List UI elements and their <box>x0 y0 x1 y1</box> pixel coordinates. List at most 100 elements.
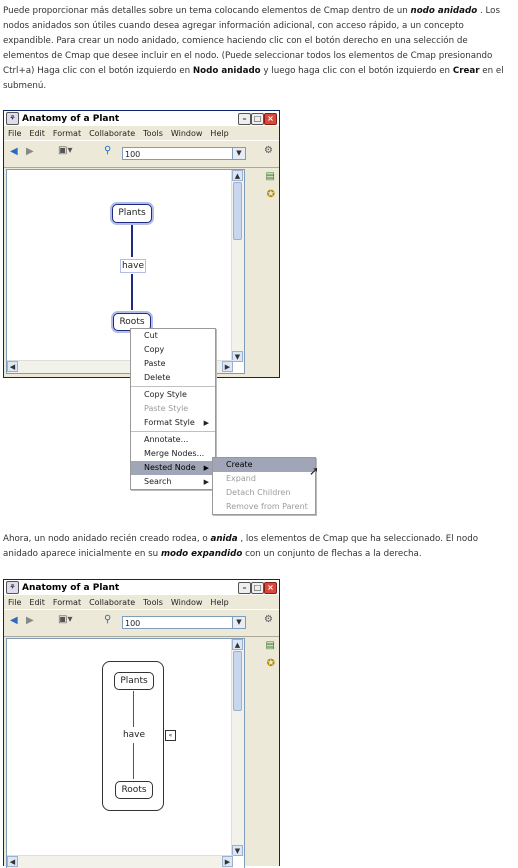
menu-separator <box>131 386 215 387</box>
forward-arrow-icon[interactable]: ▶ <box>26 615 34 626</box>
menu-tools[interactable]: Tools <box>139 129 167 138</box>
menubar: File Edit Format Collaborate Tools Windo… <box>4 126 279 140</box>
list-view-icon[interactable]: ▤ <box>266 640 275 651</box>
maximize-icon[interactable]: □ <box>251 113 264 125</box>
submenu-arrow-icon: ▶ <box>203 419 209 427</box>
menu-item-cut[interactable]: Cut <box>131 329 215 343</box>
window-title: Anatomy of a Plant <box>22 582 120 593</box>
menu-item-label: Search <box>144 477 172 486</box>
zoom-dropdown-icon[interactable]: ▼ <box>232 617 245 628</box>
zoom-value: 100 <box>125 619 141 628</box>
scroll-down-icon[interactable]: ▼ <box>232 351 243 362</box>
view-icon[interactable]: ▣▾ <box>58 145 72 156</box>
list-view-icon[interactable]: ▤ <box>266 171 275 182</box>
menu-format[interactable]: Format <box>49 598 85 607</box>
scroll-right-icon[interactable]: ▶ <box>222 361 233 372</box>
minimize-icon[interactable]: – <box>238 582 251 594</box>
zoom-field[interactable]: 100 ▼ <box>122 616 246 629</box>
linking-phrase-have[interactable]: have <box>120 259 146 273</box>
menu-item-annotate[interactable]: Annotate... <box>131 433 215 447</box>
second-term-anida: anida <box>210 534 238 544</box>
scroll-up-icon[interactable]: ▲ <box>232 639 243 650</box>
menu-tools[interactable]: Tools <box>139 598 167 607</box>
submenu-item-expand: Expand <box>226 474 256 483</box>
menu-window[interactable]: Window <box>167 129 207 138</box>
intro-paragraph: Puede proporcionar más detalles sobre un… <box>3 4 513 94</box>
menu-file[interactable]: File <box>4 598 25 607</box>
minimize-icon[interactable]: – <box>238 113 251 125</box>
collaborate-icon[interactable]: ✪ <box>267 189 275 200</box>
zoom-dropdown-icon[interactable]: ▼ <box>232 148 245 159</box>
intro-term-nodo-anidado: Nodo anidado <box>192 66 261 76</box>
second-paragraph: Ahora, un nodo anidado recién creado rod… <box>3 532 513 562</box>
menu-item-label: Format Style <box>144 418 195 427</box>
style-palette-icon[interactable]: ⚙ <box>264 614 273 625</box>
submenu-arrow-icon: ▶ <box>203 464 209 472</box>
concept-node-roots[interactable]: Roots <box>115 781 153 799</box>
menu-item-label: Nested Node <box>144 463 196 472</box>
submenu-item-create[interactable]: Create <box>213 458 315 472</box>
collapse-arrows-icon[interactable]: « <box>165 730 176 741</box>
scroll-right-icon[interactable]: ▶ <box>222 856 233 867</box>
scroll-left-icon[interactable]: ◀ <box>7 856 18 867</box>
context-menu: Cut Copy Paste Delete Copy Style Paste S… <box>130 328 216 490</box>
menu-separator <box>131 431 215 432</box>
menu-item-nested-node[interactable]: Nested Node ▶ <box>131 461 215 475</box>
collaborate-icon[interactable]: ✪ <box>267 658 275 669</box>
back-arrow-icon[interactable]: ◀ <box>10 615 18 626</box>
menu-file[interactable]: File <box>4 129 25 138</box>
menu-item-format-style[interactable]: Format Style ▶ <box>131 416 215 430</box>
menu-item-search[interactable]: Search ▶ <box>131 475 215 489</box>
maximize-icon[interactable]: □ <box>251 582 264 594</box>
toolbar: ◀ ▶ ▣▾ ⚲ 100 ▼ ⚙ <box>4 609 279 637</box>
scroll-thumb[interactable] <box>233 651 242 711</box>
scroll-down-icon[interactable]: ▼ <box>232 845 243 856</box>
connection-line <box>133 691 134 727</box>
scroll-left-icon[interactable]: ◀ <box>7 361 18 372</box>
window-title: Anatomy of a Plant <box>22 113 120 124</box>
submenu-item-detach-children: Detach Children <box>226 488 291 497</box>
vertical-scrollbar[interactable]: ▲ ▼ <box>231 639 244 856</box>
style-palette-icon[interactable]: ⚙ <box>264 145 273 156</box>
close-icon[interactable]: × <box>264 582 277 594</box>
menu-format[interactable]: Format <box>49 129 85 138</box>
connection-line <box>131 274 133 310</box>
intro-term-crear: Crear <box>452 66 480 76</box>
nested-node-submenu: Create Expand Detach Children Remove fro… <box>212 457 316 515</box>
menu-edit[interactable]: Edit <box>25 129 49 138</box>
menu-help[interactable]: Help <box>206 129 232 138</box>
vertical-scrollbar[interactable]: ▲ ▼ <box>231 170 244 362</box>
zoom-field[interactable]: 100 ▼ <box>122 147 246 160</box>
scroll-thumb[interactable] <box>233 182 242 240</box>
forward-arrow-icon[interactable]: ▶ <box>26 146 34 157</box>
cmap-window-2: ⚘ Anatomy of a Plant – □ × File Edit For… <box>3 579 280 868</box>
zoom-icon[interactable]: ⚲ <box>104 614 111 625</box>
close-icon[interactable]: × <box>264 113 277 125</box>
view-icon[interactable]: ▣▾ <box>58 614 72 625</box>
toolbar: ◀ ▶ ▣▾ ⚲ 100 ▼ ⚙ <box>4 140 279 168</box>
window-titlebar[interactable]: ⚘ Anatomy of a Plant – □ × <box>4 111 279 126</box>
concept-node-plants[interactable]: Plants <box>112 204 152 223</box>
horizontal-scrollbar[interactable]: ◀ ▶ <box>7 855 233 868</box>
menu-item-copy[interactable]: Copy <box>131 343 215 357</box>
menu-item-paste[interactable]: Paste <box>131 357 215 371</box>
back-arrow-icon[interactable]: ◀ <box>10 146 18 157</box>
intro-term-nested-node: nodo anidado <box>410 6 478 16</box>
zoom-icon[interactable]: ⚲ <box>104 145 111 156</box>
menu-collaborate[interactable]: Collaborate <box>85 129 139 138</box>
linking-phrase-have[interactable]: have <box>120 729 148 741</box>
window-titlebar[interactable]: ⚘ Anatomy of a Plant – □ × <box>4 580 279 595</box>
menu-item-delete[interactable]: Delete <box>131 371 215 385</box>
menu-item-copy-style[interactable]: Copy Style <box>131 388 215 402</box>
connection-line <box>131 225 133 257</box>
map-canvas[interactable]: Plants have Roots « ▲ ▼ ◀ ▶ <box>6 638 245 868</box>
menu-window[interactable]: Window <box>167 598 207 607</box>
menu-help[interactable]: Help <box>206 598 232 607</box>
concept-node-plants[interactable]: Plants <box>114 672 154 690</box>
scroll-up-icon[interactable]: ▲ <box>232 170 243 181</box>
menu-item-merge-nodes[interactable]: Merge Nodes... <box>131 447 215 461</box>
menu-collaborate[interactable]: Collaborate <box>85 598 139 607</box>
submenu-arrow-icon: ▶ <box>203 478 209 486</box>
menu-edit[interactable]: Edit <box>25 598 49 607</box>
intro-text-1: Puede proporcionar más detalles sobre un… <box>3 6 411 16</box>
